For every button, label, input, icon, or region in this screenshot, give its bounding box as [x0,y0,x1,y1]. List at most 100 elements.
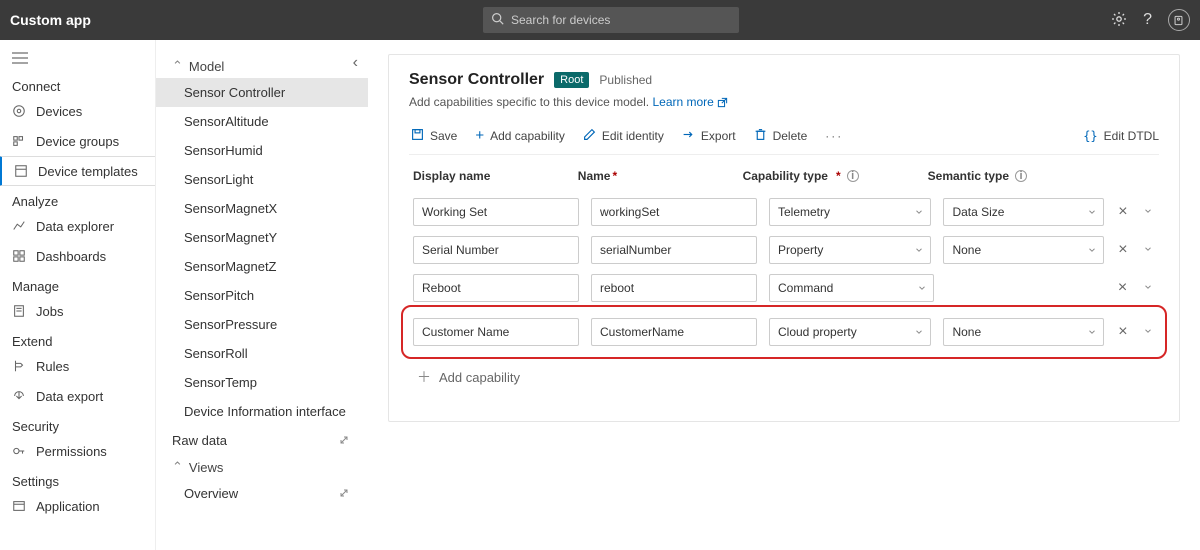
tree-item[interactable]: SensorPitch [156,281,368,310]
groups-icon [12,134,26,148]
expand-row-button[interactable] [1141,279,1155,297]
trash-icon [754,128,767,144]
remove-row-button[interactable]: × [1116,241,1129,259]
toolbar-label: Save [430,129,457,143]
remove-row-button[interactable]: × [1116,279,1130,297]
model-header[interactable]: ⌃ Model [156,54,368,78]
semantic-type-select[interactable]: None [943,236,1104,264]
back-icon[interactable]: ‹ [353,54,358,72]
tree-item[interactable]: SensorLight [156,165,368,194]
tree-item[interactable]: SensorPressure [156,310,368,339]
tree-item[interactable]: Sensor Controller [156,78,368,107]
nav-section-analyze: Analyze [0,186,155,211]
tree-raw-data[interactable]: Raw data [156,426,368,455]
capability-type-select[interactable]: Telemetry [769,198,931,226]
gear-icon[interactable] [1111,11,1127,30]
capability-row: Cloud property None × [409,313,1159,351]
display-name-input[interactable] [413,198,579,226]
nav-section-extend: Extend [0,326,155,351]
expand-icon[interactable] [338,434,352,448]
nav-application[interactable]: Application [0,491,155,521]
col-capability-type: Capability type*i [743,169,916,183]
dashboard-icon [12,249,26,263]
nav-section-connect: Connect [0,71,155,96]
nav-permissions[interactable]: Permissions [0,436,155,466]
capability-type-select[interactable]: Command [769,274,934,302]
more-button[interactable]: ··· [823,125,845,147]
remove-row-button[interactable]: × [1116,203,1129,221]
remove-row-button[interactable]: × [1116,323,1129,341]
expand-row-button[interactable] [1142,203,1155,221]
capability-type-select[interactable]: Property [769,236,931,264]
user-badge-icon[interactable] [1168,9,1190,31]
tree-item[interactable]: SensorMagnetX [156,194,368,223]
tree-item[interactable]: SensorMagnetY [156,223,368,252]
tree-item[interactable]: SensorMagnetZ [156,252,368,281]
nav-data-export[interactable]: Data export [0,381,155,411]
name-input[interactable] [591,236,757,264]
learn-more-link[interactable]: Learn more [652,95,728,109]
tree-item[interactable]: SensorHumid [156,136,368,165]
display-name-input[interactable] [413,236,579,264]
add-capability-row[interactable]: ＋ Add capability [409,363,1159,391]
toolbar-label: Export [701,129,736,143]
tree-item[interactable]: SensorRoll [156,339,368,368]
nav-device-templates[interactable]: Device templates [0,156,155,186]
nav-jobs[interactable]: Jobs [0,296,155,326]
toolbar-label: Edit identity [602,129,664,143]
capability-type-select[interactable]: Cloud property [769,318,931,346]
nav-device-groups[interactable]: Device groups [0,126,155,156]
target-icon [12,104,26,118]
top-right-icons: ? [1111,9,1190,31]
name-input[interactable] [591,318,757,346]
jobs-icon [12,304,26,318]
table-header: Display name Name* Capability type*i Sem… [409,169,1159,193]
chevron-up-icon: ⌃ [172,58,183,74]
toolbar-label: Delete [773,129,808,143]
select-value: Data Size [952,205,1004,219]
search-icon [491,12,504,28]
name-input[interactable] [591,274,757,302]
capability-table: Display name Name* Capability type*i Sem… [409,169,1159,391]
nav-item-label: Device groups [36,134,119,149]
tree-item[interactable]: SensorAltitude [156,107,368,136]
info-icon[interactable]: i [847,170,859,182]
chart-line-icon [12,219,26,233]
help-icon[interactable]: ? [1143,11,1152,29]
tree-label: Overview [172,486,238,501]
required-mark: * [612,169,617,183]
plus-icon: ＋ [417,367,431,387]
name-input[interactable] [591,198,757,226]
save-button[interactable]: Save [409,124,459,148]
tree-item[interactable]: Device Information interface [156,397,368,426]
tree-item[interactable]: SensorTemp [156,368,368,397]
semantic-type-select[interactable]: Data Size [943,198,1104,226]
semantic-type-select[interactable]: None [943,318,1104,346]
select-value: None [952,325,981,339]
save-icon [411,128,424,144]
tree-overview[interactable]: Overview [156,479,368,508]
nav-rules[interactable]: Rules [0,351,155,381]
nav-data-explorer[interactable]: Data explorer [0,211,155,241]
hamburger-icon[interactable] [0,48,155,71]
nav-devices[interactable]: Devices [0,96,155,126]
expand-row-button[interactable] [1142,323,1155,341]
key-icon [12,444,26,458]
nav-item-label: Devices [36,104,82,119]
edit-dtdl-button[interactable]: {}Edit DTDL [1083,129,1159,143]
info-icon[interactable]: i [1015,170,1027,182]
display-name-input[interactable] [413,318,579,346]
nav-dashboards[interactable]: Dashboards [0,241,155,271]
export-button[interactable]: Export [680,124,738,148]
card-subtitle: Add capabilities specific to this device… [409,95,1159,109]
expand-icon[interactable] [338,487,352,501]
expand-row-button[interactable] [1142,241,1155,259]
plus-icon: + [475,127,484,144]
edit-identity-button[interactable]: Edit identity [581,124,666,148]
delete-button[interactable]: Delete [752,124,810,148]
pencil-icon [583,128,596,144]
search-input[interactable] [483,7,739,33]
add-capability-button[interactable]: +Add capability [473,123,566,148]
views-header[interactable]: ⌃ Views [156,455,368,479]
display-name-input[interactable] [413,274,579,302]
